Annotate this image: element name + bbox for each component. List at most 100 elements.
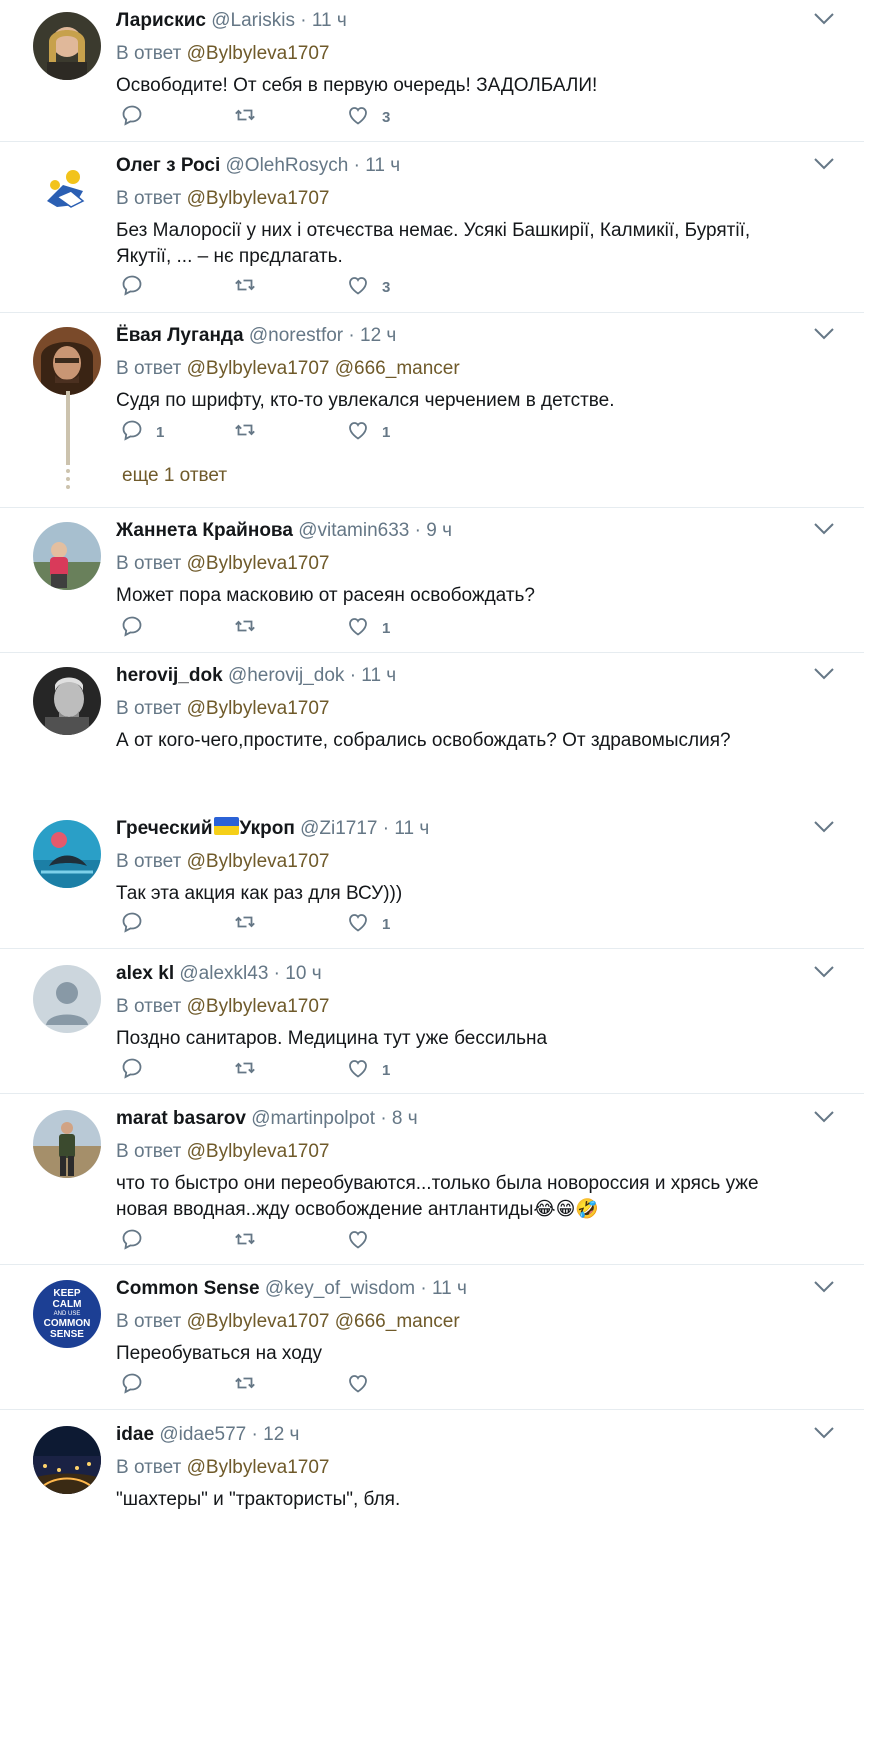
retweet-button[interactable] <box>233 273 346 302</box>
reply-icon[interactable] <box>120 1371 144 1400</box>
chevron-down-icon[interactable] <box>813 1110 835 1124</box>
mention-link[interactable]: @Bylbyleva1707 <box>187 851 330 872</box>
heart-icon[interactable] <box>346 273 370 302</box>
heart-icon[interactable] <box>346 1371 370 1400</box>
retweet-icon[interactable] <box>233 1056 257 1085</box>
reply-button[interactable]: 1 <box>120 418 233 447</box>
user-handle[interactable]: @idae577 <box>159 1424 246 1445</box>
display-name[interactable]: Common Sense <box>116 1278 260 1299</box>
like-button[interactable] <box>346 1371 459 1400</box>
reply-button[interactable] <box>120 1371 233 1400</box>
like-button[interactable]: 3 <box>346 103 459 132</box>
heart-icon[interactable] <box>346 910 370 939</box>
mention-link[interactable]: @Bylbyleva1707 <box>187 698 330 719</box>
user-handle[interactable]: @vitamin633 <box>298 520 409 541</box>
reply-icon[interactable] <box>120 1227 144 1256</box>
timestamp[interactable]: 11 ч <box>394 818 429 839</box>
display-name[interactable]: Ёвая Луганда <box>116 325 244 346</box>
mention-link[interactable]: @666_mancer <box>335 358 460 379</box>
heart-icon[interactable] <box>346 1227 370 1256</box>
timestamp[interactable]: 11 ч <box>361 665 396 686</box>
timestamp[interactable]: 12 ч <box>263 1424 299 1445</box>
user-handle[interactable]: @Lariskis <box>211 10 295 31</box>
timestamp[interactable]: 11 ч <box>312 10 347 31</box>
chevron-down-icon[interactable] <box>813 327 835 341</box>
like-button[interactable] <box>346 1227 459 1256</box>
avatar[interactable]: KEEP CALM AND USE COMMON SENSE <box>33 1280 101 1348</box>
chevron-down-icon[interactable] <box>813 522 835 536</box>
display-name[interactable]: Олег з Росі <box>116 155 220 176</box>
reply-icon[interactable] <box>120 910 144 939</box>
retweet-button[interactable] <box>233 1227 346 1256</box>
like-button[interactable]: 1 <box>346 418 459 447</box>
avatar[interactable] <box>33 820 101 888</box>
timestamp[interactable]: 9 ч <box>426 520 452 541</box>
user-handle[interactable]: @OlehRosych <box>226 155 349 176</box>
avatar[interactable] <box>33 157 101 225</box>
user-handle[interactable]: @alexkl43 <box>179 963 268 984</box>
reply-button[interactable] <box>120 614 233 643</box>
user-handle[interactable]: @key_of_wisdom <box>265 1278 415 1299</box>
retweet-button[interactable] <box>233 103 346 132</box>
timestamp[interactable]: 11 ч <box>432 1278 467 1299</box>
mention-link[interactable]: @Bylbyleva1707 <box>187 1141 330 1162</box>
timestamp[interactable]: 8 ч <box>392 1108 418 1129</box>
timestamp[interactable]: 12 ч <box>360 325 396 346</box>
show-more-replies-link[interactable]: еще 1 ответ <box>122 465 227 487</box>
timestamp[interactable]: 10 ч <box>285 963 321 984</box>
mention-link[interactable]: @Bylbyleva1707 <box>187 553 330 574</box>
chevron-down-icon[interactable] <box>813 965 835 979</box>
heart-icon[interactable] <box>346 103 370 132</box>
retweet-icon[interactable] <box>233 910 257 939</box>
chevron-down-icon[interactable] <box>813 1426 835 1440</box>
user-handle[interactable]: @martinpolpot <box>251 1108 375 1129</box>
avatar[interactable] <box>33 965 101 1033</box>
avatar[interactable] <box>33 327 101 395</box>
retweet-button[interactable] <box>233 910 346 939</box>
chevron-down-icon[interactable] <box>813 157 835 171</box>
retweet-button[interactable] <box>233 418 346 447</box>
chevron-down-icon[interactable] <box>813 1280 835 1294</box>
mention-link[interactable]: @Bylbyleva1707 <box>187 43 330 64</box>
retweet-icon[interactable] <box>233 1227 257 1256</box>
display-name[interactable]: Ларискис <box>116 10 206 31</box>
retweet-button[interactable] <box>233 1056 346 1085</box>
mention-link[interactable]: @Bylbyleva1707 <box>187 1457 330 1478</box>
like-button[interactable]: 1 <box>346 910 459 939</box>
heart-icon[interactable] <box>346 418 370 447</box>
chevron-down-icon[interactable] <box>813 820 835 834</box>
reply-button[interactable] <box>120 1227 233 1256</box>
display-name[interactable]: alex kl <box>116 963 174 984</box>
timestamp[interactable]: 11 ч <box>365 155 400 176</box>
retweet-icon[interactable] <box>233 418 257 447</box>
reply-icon[interactable] <box>120 418 144 447</box>
retweet-icon[interactable] <box>233 273 257 302</box>
user-handle[interactable]: @Zi1717 <box>300 818 377 839</box>
display-name[interactable]: Укроп <box>240 818 295 839</box>
reply-icon[interactable] <box>120 614 144 643</box>
avatar[interactable] <box>33 12 101 80</box>
mention-link[interactable]: @Bylbyleva1707 <box>187 188 330 209</box>
like-button[interactable]: 1 <box>346 1056 459 1085</box>
mention-link[interactable]: @666_mancer <box>335 1311 460 1332</box>
mention-link[interactable]: @Bylbyleva1707 <box>187 358 330 379</box>
retweet-icon[interactable] <box>233 614 257 643</box>
reply-button[interactable] <box>120 273 233 302</box>
avatar[interactable] <box>33 1110 101 1178</box>
reply-button[interactable] <box>120 910 233 939</box>
retweet-icon[interactable] <box>233 1371 257 1400</box>
reply-icon[interactable] <box>120 1056 144 1085</box>
chevron-down-icon[interactable] <box>813 667 835 681</box>
user-handle[interactable]: @herovij_dok <box>228 665 344 686</box>
reply-icon[interactable] <box>120 273 144 302</box>
display-name[interactable]: Греческий <box>116 818 213 839</box>
retweet-button[interactable] <box>233 614 346 643</box>
heart-icon[interactable] <box>346 614 370 643</box>
reply-button[interactable] <box>120 1056 233 1085</box>
retweet-button[interactable] <box>233 1371 346 1400</box>
mention-link[interactable]: @Bylbyleva1707 <box>187 996 330 1017</box>
chevron-down-icon[interactable] <box>813 12 835 26</box>
like-button[interactable]: 3 <box>346 273 459 302</box>
reply-button[interactable] <box>120 103 233 132</box>
avatar[interactable] <box>33 667 101 735</box>
